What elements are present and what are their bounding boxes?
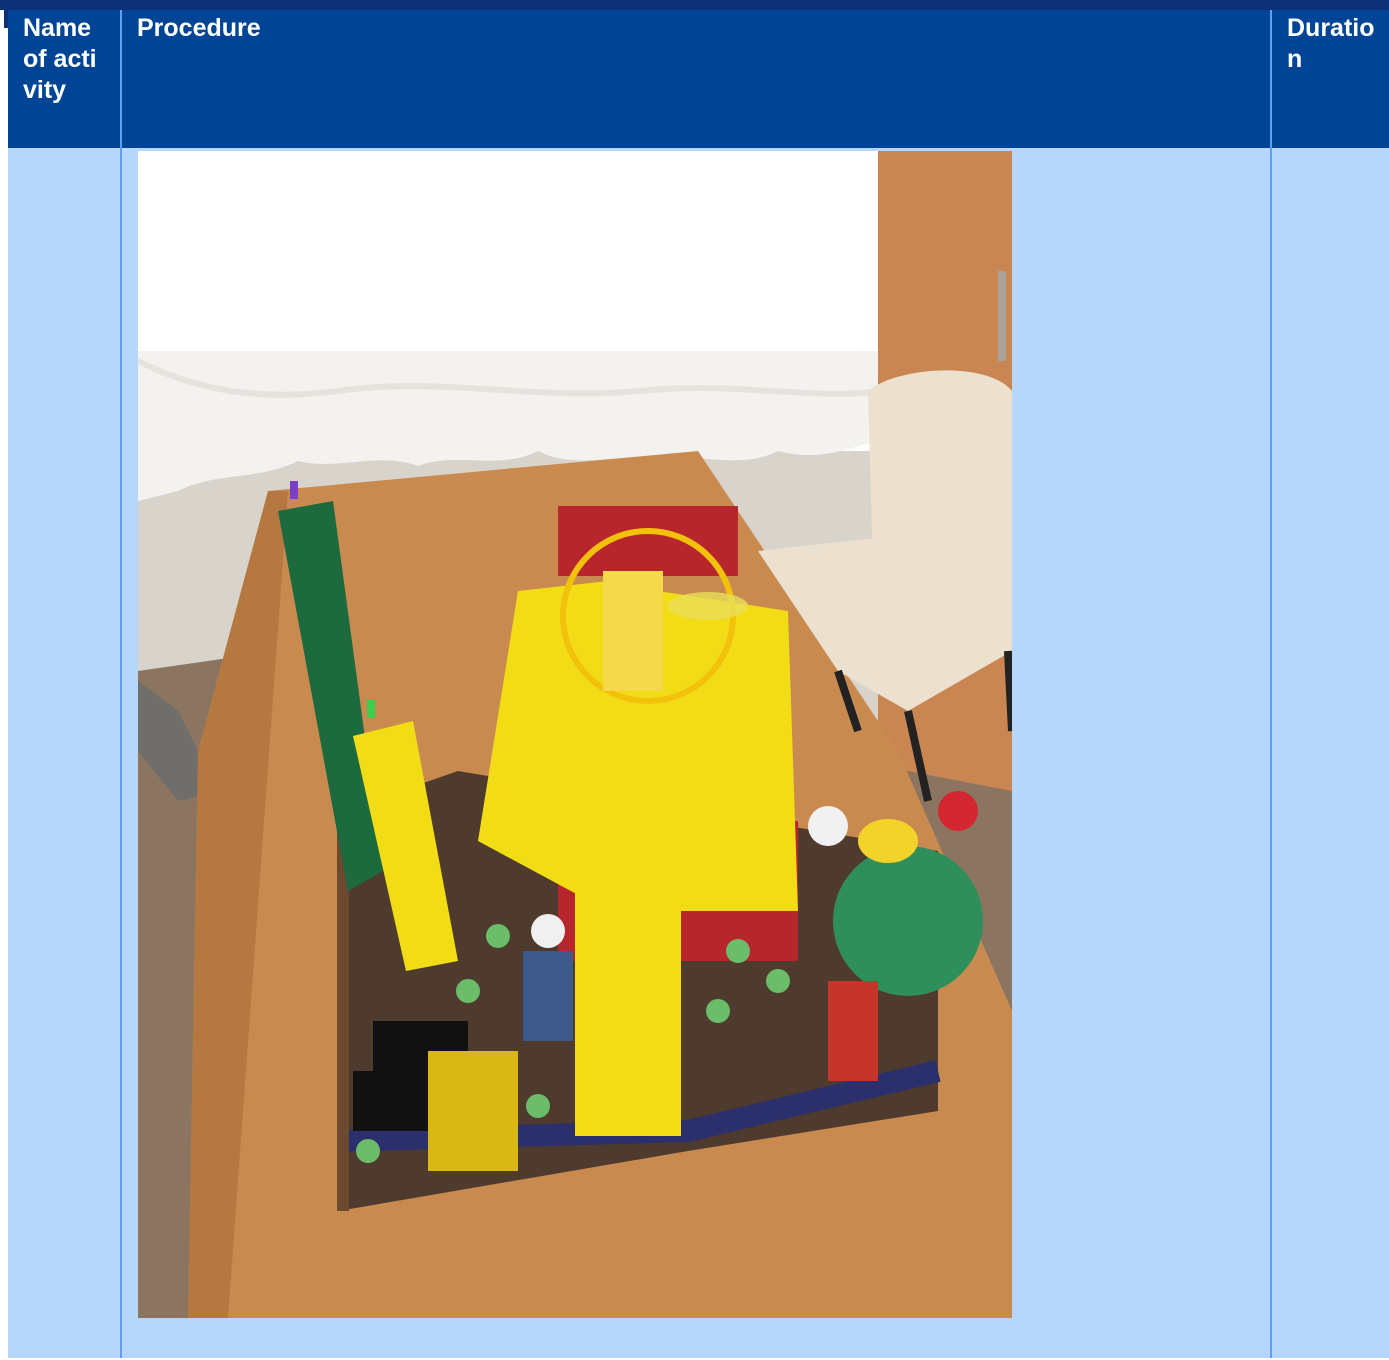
photo-nest-chick <box>858 819 918 863</box>
activity-table: Name of activity Procedure Duration <box>8 10 1389 1358</box>
header-row: Name of activity Procedure Duration <box>8 10 1389 148</box>
photo-tree-trunk <box>828 981 878 1081</box>
top-bar <box>0 0 1389 10</box>
photo-purple-led <box>290 481 298 499</box>
header-name-of-activity: Name of activity <box>8 10 122 148</box>
photo-figure-head <box>531 914 565 948</box>
photo-figure-body <box>523 951 573 1041</box>
cell-procedure <box>121 148 1272 1358</box>
photo-wardrobe-edge <box>998 271 1006 361</box>
photo-fan-motor <box>603 571 663 691</box>
cell-duration <box>1271 148 1389 1358</box>
table-row <box>8 148 1389 1358</box>
photo-batteries <box>428 1051 518 1171</box>
photo-fan-blade <box>668 592 748 620</box>
photo-green-led <box>367 699 375 717</box>
project-model-photo <box>138 151 1012 1318</box>
photo-cap-white <box>808 806 848 846</box>
photo-roof-ridge <box>558 506 738 576</box>
photo-cap-tree-crown <box>833 846 983 996</box>
header-duration: Duration <box>1271 10 1389 148</box>
photo-yellow-tower <box>575 651 681 1136</box>
header-procedure: Procedure <box>121 10 1272 148</box>
page-left-margin <box>0 10 8 1360</box>
cell-name-of-activity <box>8 148 122 1358</box>
photo-cap-red <box>938 791 978 831</box>
